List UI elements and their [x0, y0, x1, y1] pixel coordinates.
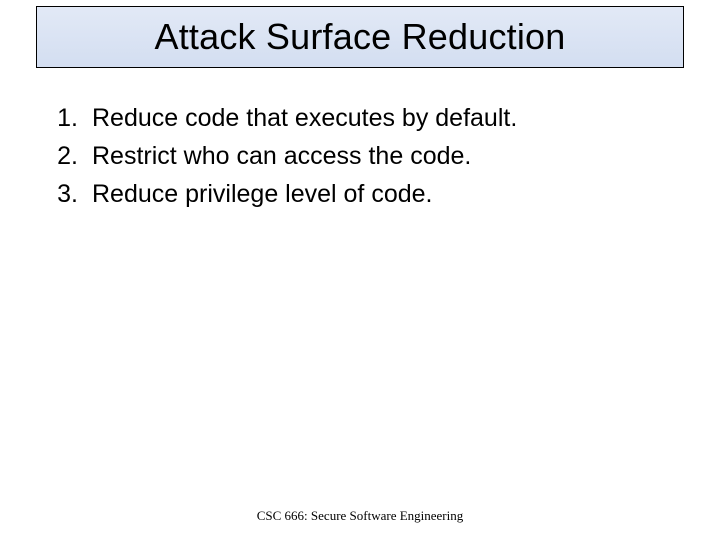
slide-title: Attack Surface Reduction	[154, 16, 565, 58]
body-list: 1. Reduce code that executes by default.…	[36, 102, 684, 215]
list-text: Reduce privilege level of code.	[92, 178, 684, 212]
footer-text: CSC 666: Secure Software Engineering	[0, 508, 720, 524]
slide: Attack Surface Reduction 1. Reduce code …	[0, 0, 720, 540]
list-item: 1. Reduce code that executes by default.	[36, 102, 684, 136]
list-item: 3. Reduce privilege level of code.	[36, 178, 684, 212]
list-text: Reduce code that executes by default.	[92, 102, 684, 136]
title-box: Attack Surface Reduction	[36, 6, 684, 68]
list-text: Restrict who can access the code.	[92, 140, 684, 174]
list-number: 2.	[36, 140, 92, 174]
list-number: 1.	[36, 102, 92, 136]
list-item: 2. Restrict who can access the code.	[36, 140, 684, 174]
list-number: 3.	[36, 178, 92, 212]
